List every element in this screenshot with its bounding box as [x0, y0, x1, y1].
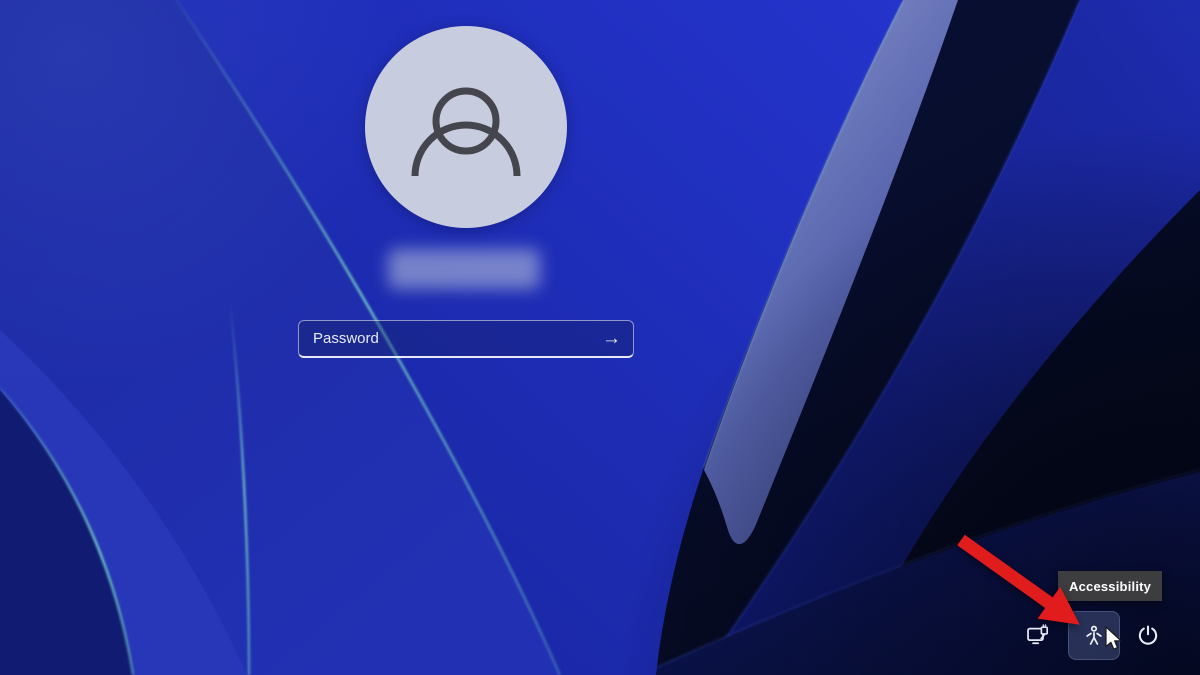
mouse-cursor	[1103, 626, 1125, 653]
power-icon	[1135, 623, 1161, 649]
network-button[interactable]	[1016, 614, 1060, 658]
username-redacted	[388, 249, 540, 289]
accessibility-tooltip: Accessibility	[1058, 571, 1162, 601]
password-field: →	[298, 320, 634, 358]
password-input[interactable]	[311, 329, 596, 348]
accessibility-tooltip-label: Accessibility	[1069, 579, 1151, 594]
submit-password-button[interactable]: →	[596, 327, 627, 350]
network-ethernet-icon	[1025, 623, 1051, 649]
power-button[interactable]	[1126, 614, 1170, 658]
arrow-right-icon: →	[602, 328, 621, 349]
user-silhouette-icon	[365, 26, 567, 228]
windows-signin-screen: → Accessibility	[0, 0, 1200, 675]
avatar	[365, 26, 567, 228]
